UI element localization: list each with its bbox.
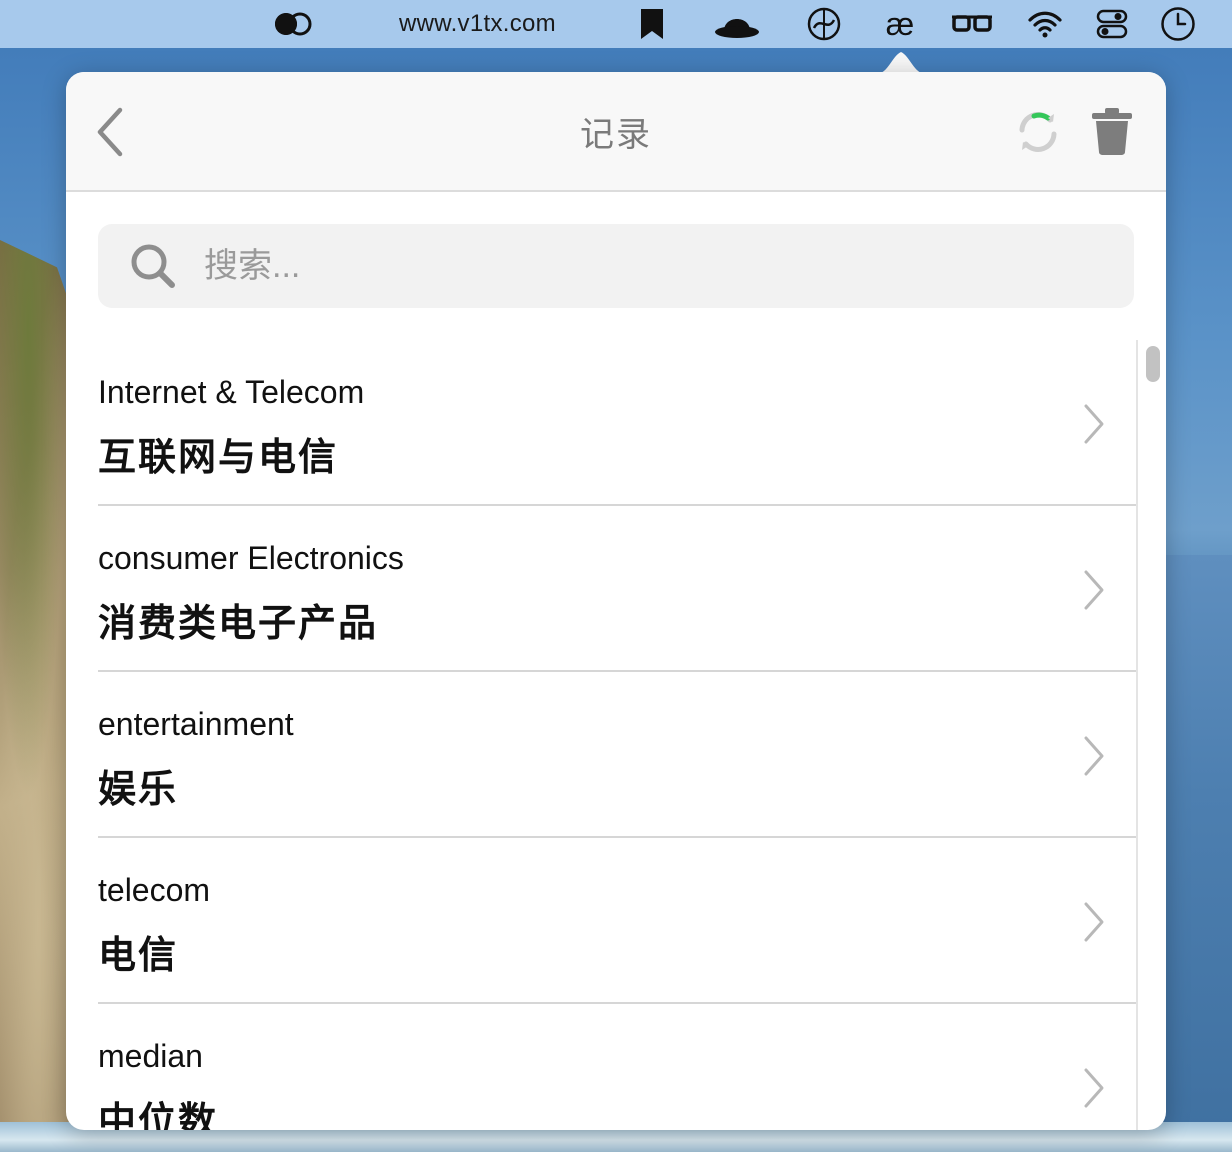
record-source-text: telecom	[98, 872, 211, 908]
chevron-right-icon	[1084, 736, 1104, 776]
list-item[interactable]: entertainment 娱乐	[98, 672, 1136, 838]
list-item[interactable]: Internet & Telecom 互联网与电信	[98, 340, 1136, 506]
search-input[interactable]	[202, 235, 1134, 297]
sync-icon	[1019, 112, 1057, 152]
ae-ligature-icon[interactable]: æ	[878, 0, 922, 48]
sync-button[interactable]	[1014, 108, 1062, 156]
search-bar	[98, 224, 1134, 308]
records-list: Internet & Telecom 互联网与电信 consumer Elect…	[98, 340, 1136, 1130]
record-source-text: consumer Electronics	[98, 540, 404, 576]
clock-icon[interactable]	[1158, 0, 1198, 48]
popover-arrow	[876, 52, 926, 74]
records-popover: 记录 Internet & Telecom	[66, 72, 1166, 1130]
translate-globe-icon[interactable]	[804, 0, 844, 48]
page-title: 记录	[580, 115, 652, 154]
control-center-icon[interactable]	[1092, 0, 1132, 48]
back-button[interactable]	[92, 104, 132, 160]
eclipse-toggle-icon[interactable]	[272, 0, 316, 48]
record-source-text: Internet & Telecom	[98, 374, 365, 410]
record-source-text: median	[98, 1038, 203, 1074]
record-translation-text: 互联网与电信	[98, 437, 339, 479]
trash-icon	[1092, 108, 1132, 155]
record-source-text: entertainment	[98, 706, 294, 742]
trash-button[interactable]	[1090, 106, 1134, 156]
popover-header: 记录	[66, 72, 1166, 192]
record-translation-text: 消费类电子产品	[98, 603, 379, 645]
menubar-url[interactable]: www.v1tx.com	[380, 0, 575, 48]
desktop-wallpaper-sea	[1162, 555, 1232, 1152]
scrollbar[interactable]	[1136, 340, 1166, 1130]
chevron-right-icon	[1084, 902, 1104, 942]
chevron-left-icon	[97, 107, 123, 157]
menu-bar: www.v1tx.com æ	[0, 0, 1232, 48]
record-translation-text: 娱乐	[98, 769, 179, 811]
bookmark-icon[interactable]	[636, 0, 668, 48]
list-item[interactable]: telecom 电信	[98, 838, 1136, 1004]
record-translation-text: 电信	[98, 935, 179, 977]
chevron-right-icon	[1084, 570, 1104, 610]
glasses-icon[interactable]	[948, 0, 996, 48]
wifi-icon[interactable]	[1024, 0, 1066, 48]
list-item[interactable]: median 中位数	[98, 1004, 1136, 1130]
record-translation-text: 中位数	[98, 1101, 219, 1130]
list-item[interactable]: consumer Electronics 消费类电子产品	[98, 506, 1136, 672]
search-icon	[131, 244, 175, 288]
chevron-right-icon	[1084, 404, 1104, 444]
bowler-hat-icon[interactable]	[712, 0, 762, 48]
chevron-right-icon	[1084, 1068, 1104, 1108]
scrollbar-thumb[interactable]	[1146, 346, 1160, 382]
